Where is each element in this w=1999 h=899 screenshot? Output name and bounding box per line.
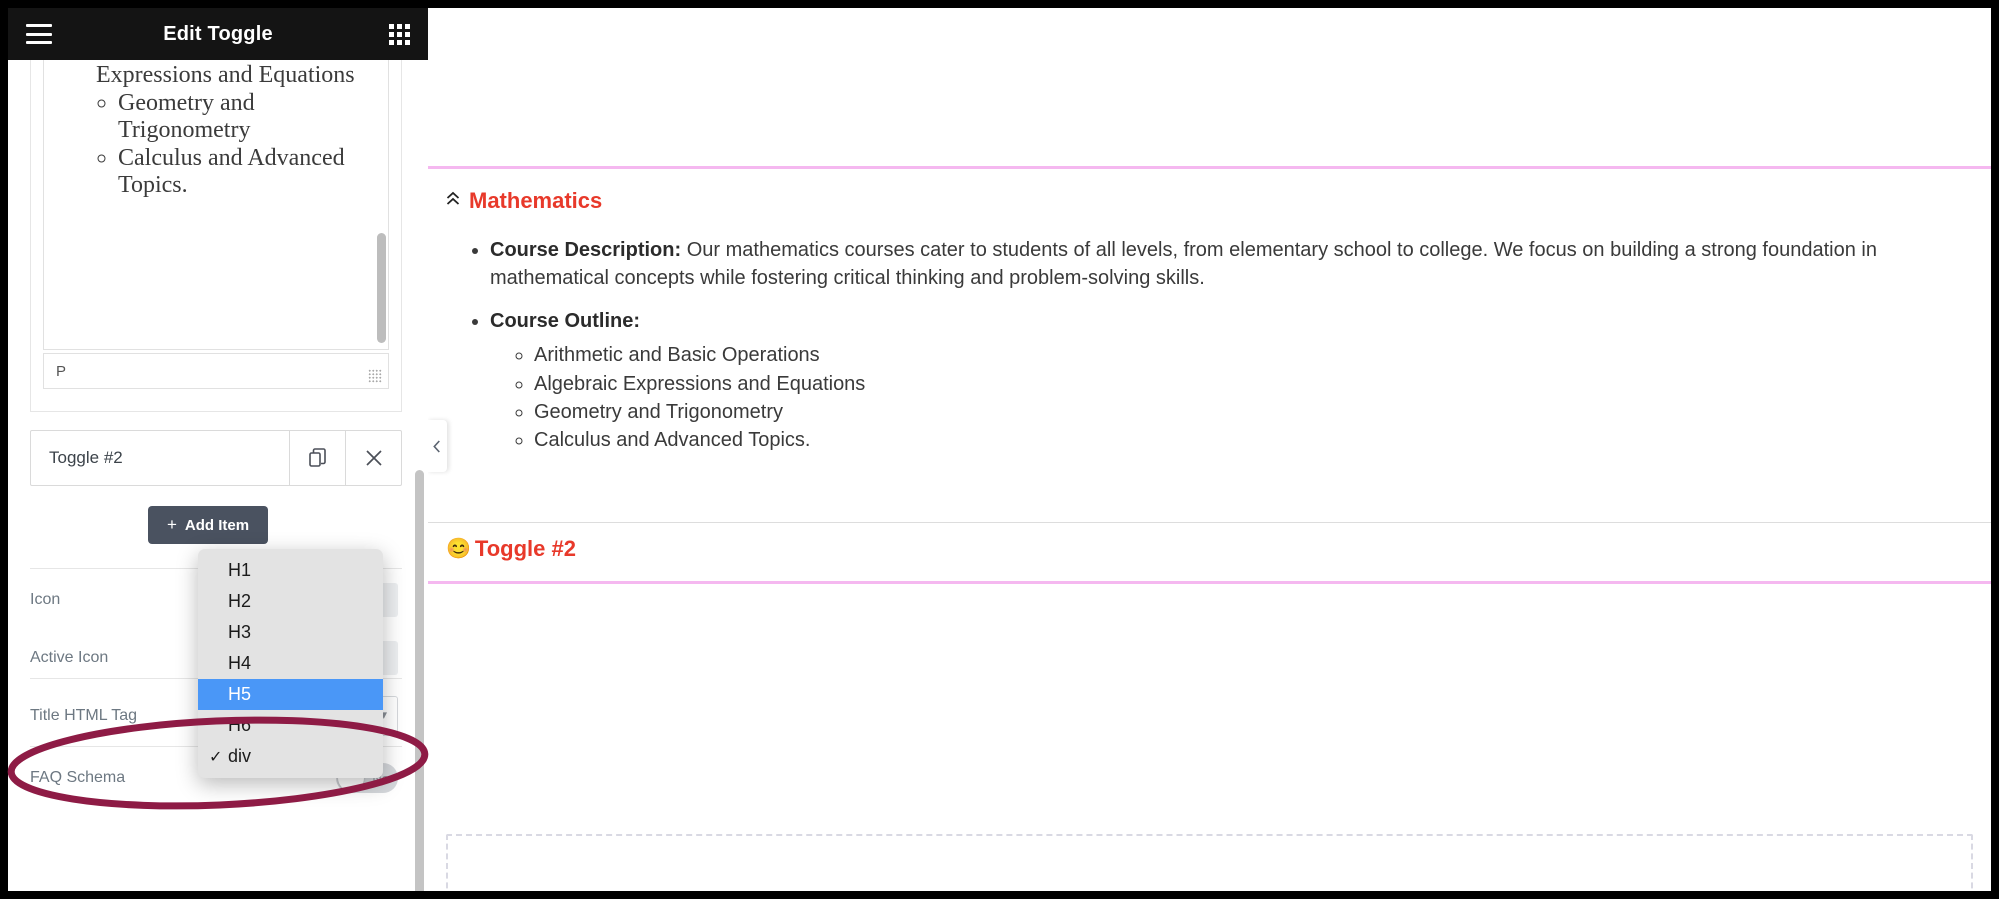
editor-sublist: Geometry and Trigonometry Calculus and A… (118, 90, 370, 200)
smiley-icon: 😊 (446, 538, 471, 560)
editor-element-path: P (56, 362, 67, 380)
dropdown-option-label: H5 (228, 684, 252, 704)
dropdown-option-label: H3 (228, 622, 252, 642)
editor-line-1: Geometry and Trigonometry (118, 90, 370, 145)
panel-collapse-handle[interactable] (428, 420, 447, 472)
dropdown-option-label: H2 (228, 591, 252, 611)
course-description-label: Course Description: (490, 239, 682, 261)
accordion-content-mathematics: Course Description: Our mathematics cour… (428, 236, 1991, 469)
control-label-active-icon: Active Icon (30, 649, 109, 666)
resize-grip-icon[interactable] (368, 369, 382, 383)
dropdown-option-h4[interactable]: H4 (198, 648, 383, 679)
wysiwyg-editor-card: Expressions and Equations Geometry and T… (30, 60, 402, 412)
dropdown-option-label: div (228, 746, 252, 766)
dropdown-option-div[interactable]: ✓ div (198, 741, 383, 772)
repeater-item-title[interactable]: Toggle #2 (31, 431, 289, 485)
control-label-title-html-tag: Title HTML Tag (30, 707, 137, 724)
checkmark-icon: ✓ (209, 748, 223, 766)
title-html-tag-dropdown[interactable]: H1 H2 H3 H4 H5 H6 ✓ div (198, 549, 383, 778)
dropdown-option-label: H1 (228, 560, 252, 580)
grid-icon[interactable] (389, 23, 410, 45)
wysiwyg-content[interactable]: Expressions and Equations Geometry and T… (44, 60, 388, 200)
panel-title: Edit Toggle (163, 22, 273, 45)
list-item: Calculus and Advanced Topics. (534, 426, 1991, 454)
dropdown-option-h6[interactable]: H6 (198, 710, 383, 741)
list-item-course-outline: Course Outline: Arithmetic and Basic Ope… (490, 307, 1991, 455)
dropdown-option-h1[interactable]: H1 (198, 555, 383, 586)
control-label-faq-schema: FAQ Schema (30, 769, 126, 786)
editor-status-bar: P (43, 353, 389, 389)
panel-header: Edit Toggle (8, 8, 428, 60)
editor-vertical-scrollbar[interactable] (377, 233, 386, 344)
list-item: Arithmetic and Basic Operations (534, 341, 1991, 369)
list-item: Geometry and Trigonometry (534, 398, 1991, 426)
accordion-divider-bottom (428, 581, 1991, 584)
screen: Edit Toggle Expressions and Equations Ge… (0, 0, 1999, 899)
dropdown-option-label: H4 (228, 653, 252, 673)
hamburger-icon[interactable] (26, 24, 52, 44)
accordion-title-label: Mathematics (469, 188, 603, 213)
course-list: Course Description: Our mathematics cour… (490, 236, 1991, 455)
dropdown-option-h2[interactable]: H2 (198, 586, 383, 617)
add-item-button[interactable]: + Add Item (148, 506, 268, 544)
editor-line-0: Expressions and Equations (96, 62, 355, 88)
plus-icon: + (166, 515, 177, 534)
copy-icon[interactable] (289, 431, 345, 485)
course-outline-label: Course Outline: (490, 309, 641, 332)
dropdown-option-h3[interactable]: H3 (198, 617, 383, 648)
dropdown-option-label: H6 (228, 715, 252, 735)
add-item-label: Add Item (184, 516, 250, 534)
accordion-header-toggle2[interactable]: 😊 Toggle #2 (446, 536, 576, 562)
course-description-text: Our mathematics courses cater to student… (490, 239, 1877, 290)
close-icon[interactable] (345, 431, 401, 485)
preview-canvas: Mathematics Course Description: Our math… (428, 8, 1991, 891)
wysiwyg-editor-area[interactable]: Expressions and Equations Geometry and T… (43, 60, 389, 350)
repeater-item-row[interactable]: Toggle #2 (30, 430, 402, 486)
panel-scrollbar[interactable] (415, 470, 424, 891)
list-item-course-description: Course Description: Our mathematics cour… (490, 236, 1991, 293)
accordion-divider-top (428, 166, 1991, 169)
list-item: Algebraic Expressions and Equations (534, 370, 1991, 398)
drop-zone-area[interactable] (446, 834, 1973, 891)
course-outline-sublist: Arithmetic and Basic Operations Algebrai… (534, 341, 1991, 455)
dropdown-option-h5[interactable]: H5 (198, 679, 383, 710)
chevron-double-up-icon (446, 191, 460, 212)
accordion-divider-grey (428, 522, 1991, 523)
editor-line-2: Calculus and Advanced Topics. (118, 145, 370, 200)
accordion-title-label: Toggle #2 (474, 536, 576, 561)
accordion-header-mathematics[interactable]: Mathematics (446, 188, 602, 214)
control-label-icon: Icon (30, 591, 61, 608)
